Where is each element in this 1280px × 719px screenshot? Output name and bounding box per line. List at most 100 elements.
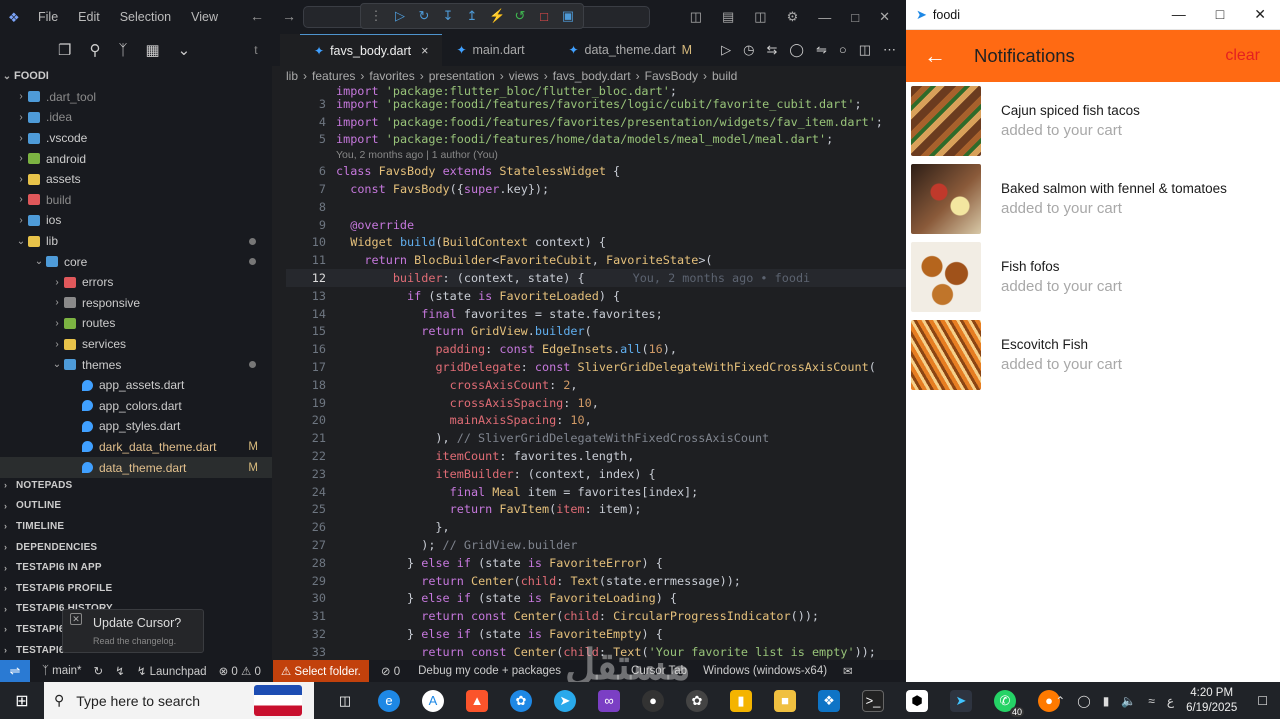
- folder-item[interactable]: ⌄ themes: [0, 354, 272, 375]
- step-out-icon[interactable]: ↥: [465, 8, 479, 24]
- pin-icon[interactable]: t: [254, 43, 257, 57]
- layout-toggle-icon[interactable]: ◫: [690, 9, 702, 25]
- folder-item[interactable]: › routes: [0, 313, 272, 334]
- list-item[interactable]: Fish fofos added to your cart: [906, 238, 1280, 316]
- breadcrumb-item[interactable]: lib: [286, 69, 298, 83]
- code-line[interactable]: 27 ); // GridView.builder: [286, 536, 906, 554]
- flutter-app-icon[interactable]: ➤: [950, 689, 972, 712]
- vscode-icon[interactable]: ❖: [818, 689, 840, 712]
- sync-icon[interactable]: ↻: [94, 664, 104, 678]
- breadcrumb-item[interactable]: views: [509, 69, 539, 83]
- menu-edit[interactable]: Edit: [78, 10, 100, 24]
- breadcrumb-item[interactable]: favorites: [369, 69, 414, 83]
- settings-gear-icon[interactable]: ⚙: [787, 9, 799, 25]
- inspect-icon[interactable]: ▣: [561, 8, 575, 24]
- code-line[interactable]: 4 import 'package:foodi/features/favorite…: [286, 113, 906, 131]
- explorer-section[interactable]: › TESTAPI6 IN APP: [0, 557, 272, 578]
- close-icon[interactable]: ✕: [70, 613, 82, 625]
- chat-app-icon[interactable]: ✿: [510, 689, 532, 712]
- code-line[interactable]: 22 itemCount: favorites.length,: [286, 447, 906, 465]
- cursor-icon[interactable]: ⬢: [906, 689, 928, 712]
- file-explorer-icon[interactable]: ■: [774, 689, 796, 712]
- folder-item[interactable]: › responsive: [0, 293, 272, 314]
- clock[interactable]: 4:20 PM 6/19/2025: [1186, 686, 1237, 716]
- code-line[interactable]: 31 return const Center(child: CircularPr…: [286, 607, 906, 625]
- run-icon[interactable]: ▷: [721, 42, 731, 58]
- explorer-section[interactable]: › TESTAPI6 PROFILE: [0, 578, 272, 599]
- explorer-section[interactable]: › NOTEPADS: [0, 475, 272, 496]
- code-line[interactable]: 6 class FavsBody extends StatelessWidget …: [286, 162, 906, 180]
- edge-icon[interactable]: e: [378, 689, 400, 712]
- maximize-icon[interactable]: □: [851, 10, 859, 25]
- breadcrumb-item[interactable]: presentation: [429, 69, 495, 83]
- continue-icon[interactable]: ▷: [393, 8, 407, 24]
- code-line[interactable]: 24 final Meal item = favorites[index];: [286, 483, 906, 501]
- code-line[interactable]: 29 return Center(child: Text(state.errme…: [286, 572, 906, 590]
- update-notification[interactable]: ✕ Update Cursor? Read the changelog.: [62, 609, 204, 653]
- flutter-outline-icon[interactable]: ○: [839, 42, 847, 58]
- code-line[interactable]: 21 ), // SliverGridDelegateWithFixedCros…: [286, 429, 906, 447]
- stop-icon[interactable]: □: [537, 9, 551, 24]
- explorer-icon[interactable]: ❐: [58, 41, 71, 59]
- battery-icon[interactable]: ▮: [1103, 694, 1110, 708]
- breadcrumb-item[interactable]: favs_body.dart: [553, 69, 631, 83]
- remote-icon[interactable]: ⇌: [0, 660, 30, 682]
- tab-data-theme[interactable]: ✦ data_theme.dart M: [554, 34, 706, 66]
- step-into-icon[interactable]: ↧: [441, 8, 455, 24]
- timeline-icon[interactable]: ◯: [789, 42, 804, 58]
- code-line[interactable]: 15 return GridView.builder(: [286, 323, 906, 341]
- task-view-icon[interactable]: ◫: [334, 690, 356, 712]
- folder-item[interactable]: › .idea: [0, 107, 272, 128]
- power-bi-icon[interactable]: ▮: [730, 689, 752, 712]
- folder-item[interactable]: › services: [0, 334, 272, 355]
- file-item[interactable]: dark_data_theme.dart M: [0, 437, 272, 458]
- windows-start-icon[interactable]: ⊞: [0, 691, 44, 711]
- telegram-icon[interactable]: ➤: [554, 689, 576, 712]
- code-line[interactable]: 18 crossAxisCount: 2,: [286, 376, 906, 394]
- file-item[interactable]: app_colors.dart: [0, 396, 272, 417]
- code-line[interactable]: 8: [286, 198, 906, 216]
- taskbar-search[interactable]: ⚲ Type here to search: [44, 682, 314, 719]
- brave-icon[interactable]: ▲: [466, 689, 488, 712]
- tab-close-icon[interactable]: ×: [421, 44, 428, 58]
- step-over-icon[interactable]: ↻: [417, 8, 431, 24]
- select-folder-warning[interactable]: ⚠ Select folder.: [272, 660, 369, 682]
- minimize-icon[interactable]: —: [1172, 6, 1186, 23]
- branch-indicator[interactable]: ᛉ main*: [42, 665, 82, 677]
- code-line[interactable]: 12 builder: (context, state) {You, 2 mon…: [286, 269, 906, 287]
- clear-button[interactable]: clear: [1225, 47, 1260, 65]
- file-item[interactable]: app_styles.dart: [0, 416, 272, 437]
- ports-indicator[interactable]: ⊘ 0: [381, 664, 400, 678]
- code-line[interactable]: 32 } else if (state is FavoriteEmpty) {: [286, 625, 906, 643]
- chatgpt-icon[interactable]: ✿: [686, 689, 708, 712]
- minimize-icon[interactable]: —: [818, 10, 831, 25]
- list-item[interactable]: Baked salmon with fennel & tomatoes added…: [906, 160, 1280, 238]
- notifications-bell-icon[interactable]: ✉: [843, 664, 853, 678]
- code-line[interactable]: 25 return FavItem(item: item);: [286, 501, 906, 519]
- open-changes-icon[interactable]: ⇋: [816, 42, 827, 58]
- code-line[interactable]: import 'package:flutter_bloc/flutter_blo…: [286, 86, 906, 98]
- explorer-root[interactable]: ⌄ FOODI: [0, 66, 272, 87]
- folder-item[interactable]: › .dart_tool: [0, 87, 272, 108]
- secondary-sidebar-icon[interactable]: ◫: [754, 9, 766, 25]
- folder-item[interactable]: ⌄ core: [0, 251, 272, 272]
- problems-indicator[interactable]: ⊗ 0 ⚠ 0: [219, 664, 261, 678]
- source-control-icon[interactable]: ᛉ: [118, 42, 127, 59]
- chevron-down-icon[interactable]: ⌄: [178, 41, 191, 59]
- restart-icon[interactable]: ↺: [513, 8, 527, 24]
- close-icon[interactable]: ✕: [1254, 6, 1266, 23]
- wifi-icon[interactable]: ≈: [1148, 694, 1155, 708]
- code-line[interactable]: 19 crossAxisSpacing: 10,: [286, 394, 906, 412]
- code-line[interactable]: 10 Widget build(BuildContext context) {: [286, 234, 906, 252]
- menu-view[interactable]: View: [191, 10, 218, 24]
- panel-toggle-icon[interactable]: ▤: [722, 9, 734, 25]
- breadcrumb-item[interactable]: build: [712, 69, 737, 83]
- device-selector[interactable]: Windows (windows-x64): [703, 665, 827, 677]
- terminal-icon[interactable]: >_: [862, 689, 884, 712]
- close-icon[interactable]: ✕: [879, 9, 890, 25]
- meet-now-icon[interactable]: ◯: [1077, 694, 1090, 708]
- folder-item[interactable]: ⌄ lib: [0, 231, 272, 252]
- github-icon[interactable]: ●: [642, 689, 664, 712]
- notification-center-icon[interactable]: ☐: [1257, 694, 1268, 708]
- code-line[interactable]: 23 itemBuilder: (context, index) {: [286, 465, 906, 483]
